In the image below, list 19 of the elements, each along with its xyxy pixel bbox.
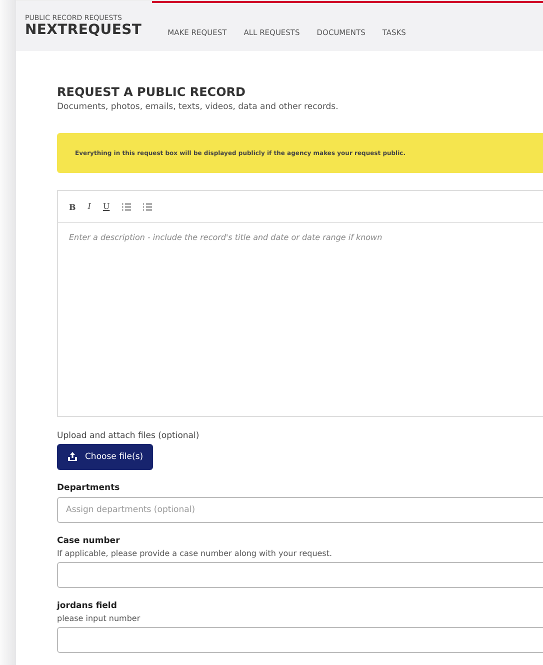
field-help: If applicable, please provide a case number along with your request. xyxy=(57,549,334,558)
description-editor[interactable]: B I U Enter a description - include the record's title and date or date range if known xyxy=(57,190,543,417)
choose-files-button[interactable]: Choose file(s) xyxy=(57,444,154,470)
upload-label: Upload and attach files (optional) xyxy=(57,431,200,441)
field-help: please input number xyxy=(57,614,142,623)
input-field[interactable] xyxy=(57,562,543,588)
brand-logo[interactable]: NEXTREQUEST xyxy=(25,22,142,38)
upload-icon xyxy=(67,452,78,462)
input-field[interactable] xyxy=(57,627,543,653)
editor-placeholder: Enter a description - include the record's title and date or date range if known xyxy=(68,232,384,244)
page-description: Documents, photos, emails, texts, videos, data and other records. xyxy=(57,102,340,112)
field-label: Departments xyxy=(57,483,121,493)
format-button[interactable]: U xyxy=(102,202,110,211)
format-button[interactable]: I xyxy=(88,202,91,211)
page-title: REQUEST A PUBLIC RECORD xyxy=(57,85,246,99)
format-button[interactable]: B xyxy=(69,202,76,212)
field-label: Case number xyxy=(57,536,121,546)
input-field[interactable]: Assign departments (optional) xyxy=(57,497,543,523)
field-label: jordans field xyxy=(57,601,118,611)
